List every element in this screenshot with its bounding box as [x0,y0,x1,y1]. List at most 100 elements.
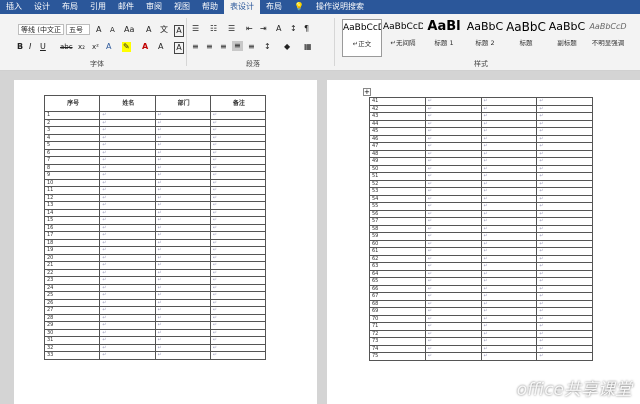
table-cell[interactable]: ↵ [154,261,211,270]
table-cell[interactable]: ↵ [536,299,593,308]
table-cell[interactable]: ↵ [209,231,267,240]
align-center-icon[interactable]: ≡ [206,42,213,52]
table-cell[interactable]: ↵ [209,163,267,172]
table-cell[interactable]: ↵ [209,276,267,285]
table-cell[interactable]: ↵ [480,104,538,113]
table-cell[interactable]: ↵ [424,322,482,331]
table-cell[interactable]: ↵ [154,163,211,172]
highlight-icon[interactable]: ✎ [122,42,131,52]
table-cell[interactable]: ↵ [424,127,482,136]
table-cell[interactable]: 48 [369,149,426,158]
table-cell[interactable]: ↵ [536,277,593,286]
table-cell[interactable]: ↵ [154,111,211,120]
table-cell[interactable]: ↵ [480,194,538,203]
table-cell[interactable]: ↵ [536,217,593,226]
table-cell[interactable]: ↵ [480,269,538,278]
table-cell[interactable]: ↵ [536,104,593,113]
table-cell[interactable]: ↵ [536,172,593,181]
table-cell[interactable]: ↵ [480,217,538,226]
tab-8[interactable]: 表设计 [224,0,260,14]
table-cell[interactable]: 55 [369,202,426,211]
table-cell[interactable]: 63 [369,262,426,271]
table-cell[interactable]: ↵ [536,254,593,263]
table-cell[interactable]: ↵ [209,328,267,337]
table-cell[interactable]: 41 [369,97,426,106]
table-cell[interactable]: ↵ [99,223,156,232]
table-cell[interactable]: ↵ [154,321,211,330]
table-cell[interactable]: ↵ [424,247,482,256]
table-cell[interactable]: ↵ [536,269,593,278]
table-cell[interactable]: ↵ [154,231,211,240]
tab-1[interactable]: 设计 [28,0,56,14]
table-cell[interactable]: ↵ [480,134,538,143]
table-cell[interactable]: ↵ [536,187,593,196]
table-cell[interactable]: ↵ [154,291,211,300]
table-cell[interactable]: 60 [369,239,426,248]
table-cell[interactable]: ↵ [99,126,156,135]
table-cell[interactable]: ↵ [209,201,267,210]
shading-icon[interactable]: ◆ [284,42,290,52]
phonetic-icon[interactable]: 文 [160,25,168,35]
char-border-icon[interactable]: A [174,42,184,54]
justify-icon[interactable]: ≡ [232,41,243,51]
table-cell[interactable]: ↵ [99,178,156,187]
table-cell[interactable]: ↵ [209,253,267,262]
table-cell[interactable]: 15 [43,216,101,225]
table-cell[interactable]: ↵ [480,299,538,308]
table-cell[interactable]: ↵ [209,298,267,307]
table-cell[interactable]: 10 [43,178,101,187]
table-cell[interactable]: 5 [43,141,101,150]
table-cell[interactable]: ↵ [209,193,267,202]
table-cell[interactable]: ↵ [424,292,482,301]
table-cell[interactable]: ↵ [480,209,538,218]
tab-0[interactable]: 插入 [0,0,28,14]
table-cell[interactable]: 9 [43,171,101,180]
table-cell[interactable]: ↵ [536,284,593,293]
table-cell[interactable]: ↵ [536,262,593,271]
table-cell[interactable]: ↵ [480,202,538,211]
table-cell[interactable]: ↵ [480,224,538,233]
numbering-icon[interactable]: ☷ [210,24,217,34]
table-cell[interactable]: ↵ [536,194,593,203]
table-cell[interactable]: ↵ [99,118,156,127]
table-cell[interactable]: 62 [369,254,426,263]
table-cell[interactable]: ↵ [424,104,482,113]
table-cell[interactable]: ↵ [480,314,538,323]
table-cell[interactable]: ↵ [536,112,593,121]
table-cell[interactable]: ↵ [480,284,538,293]
table-cell[interactable]: ↵ [424,284,482,293]
table-cell[interactable]: ↵ [424,314,482,323]
table-cell[interactable]: 29 [43,321,101,330]
table-cell[interactable]: 4 [43,133,101,142]
show-marks-icon[interactable]: ¶ [304,24,309,34]
table-cell[interactable]: ↵ [424,149,482,158]
table-cell[interactable]: ↵ [424,329,482,338]
table-cell[interactable]: ↵ [99,291,156,300]
table-cell[interactable]: ↵ [99,171,156,180]
table-cell[interactable]: ↵ [154,268,211,277]
table-cell[interactable]: 54 [369,194,426,203]
enclose-char-icon[interactable]: A [174,25,184,37]
table-cell[interactable]: ↵ [480,254,538,263]
table-cell[interactable]: ↵ [536,344,593,353]
grow-font-icon[interactable]: A [96,25,101,35]
clear-format-icon[interactable]: A [146,25,151,35]
table-cell[interactable]: ↵ [154,283,211,292]
tell-me-search[interactable]: 操作说明搜索 [310,0,370,14]
table-cell[interactable]: 52 [369,179,426,188]
font-color-icon[interactable]: A [142,42,148,52]
table-cell[interactable]: ↵ [154,178,211,187]
column-header[interactable]: 部门 [154,95,211,112]
superscript-button[interactable]: x² [92,42,99,52]
table-cell[interactable]: ↵ [536,307,593,316]
table-cell[interactable]: ↵ [99,351,156,360]
table-cell[interactable]: ↵ [99,201,156,210]
table-cell[interactable]: ↵ [424,142,482,151]
tab-3[interactable]: 引用 [84,0,112,14]
change-case-icon[interactable]: Aa [124,25,134,35]
table-cell[interactable]: ↵ [536,157,593,166]
table-cell[interactable]: ↵ [536,209,593,218]
table-cell[interactable]: ↵ [424,224,482,233]
table-cell[interactable]: ↵ [209,261,267,270]
table-cell[interactable]: 16 [43,223,101,232]
